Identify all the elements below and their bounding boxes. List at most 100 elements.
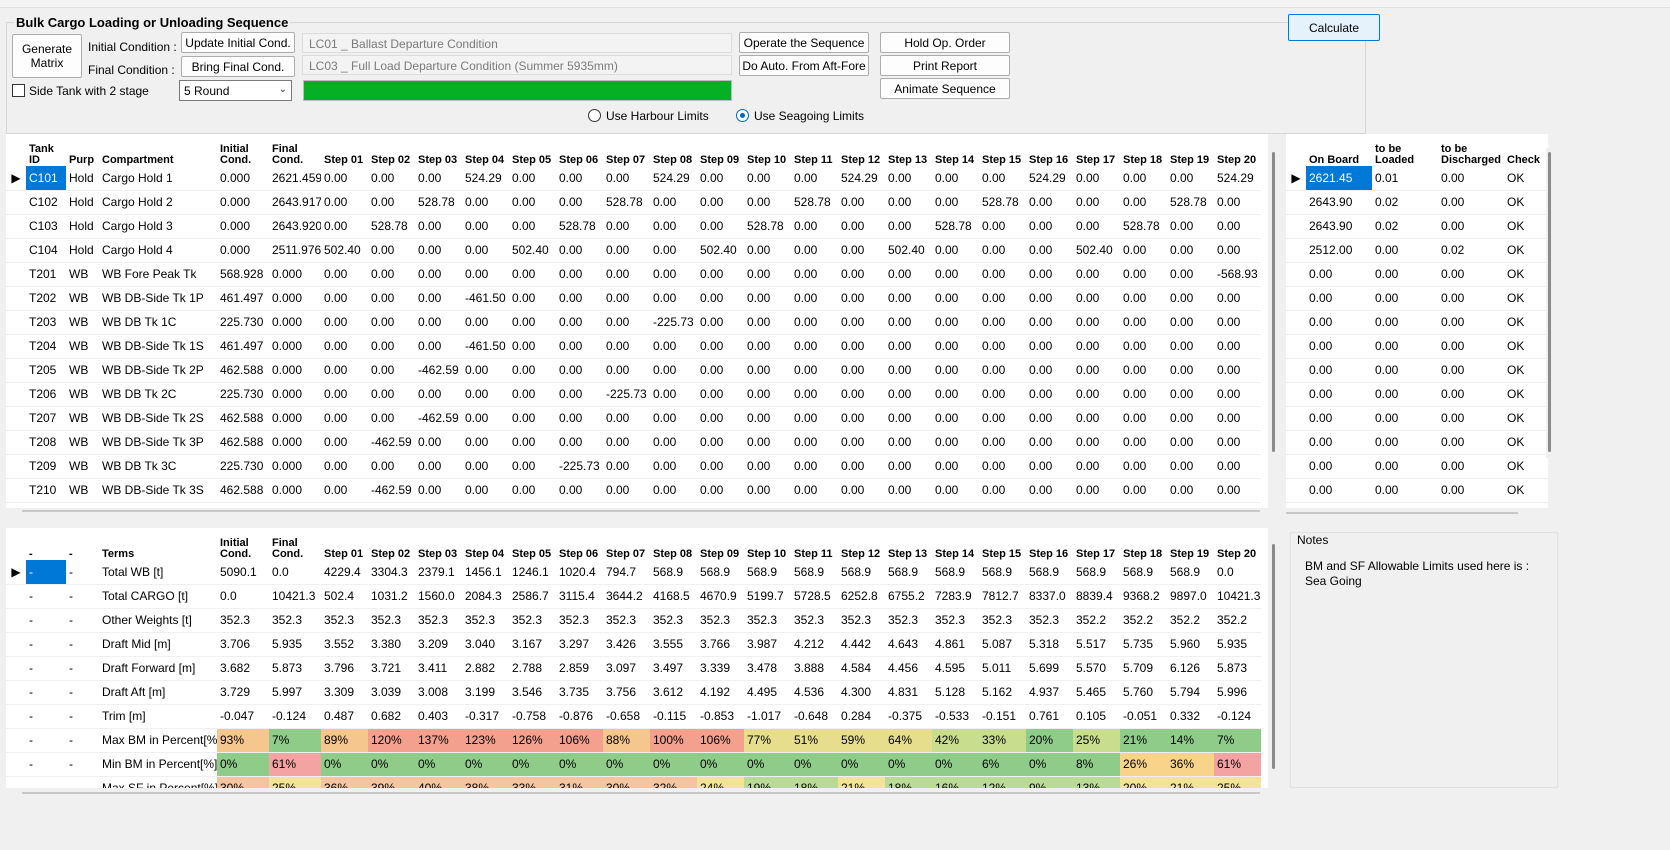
column-header[interactable]: Step 08	[650, 134, 697, 166]
grid-cell[interactable]: 0%	[697, 752, 744, 777]
grid-cell[interactable]: -	[66, 560, 99, 585]
grid-cell[interactable]: WB	[66, 334, 99, 359]
grid-cell[interactable]: 30%	[217, 776, 269, 788]
grid-cell[interactable]: 0.00	[1167, 502, 1214, 508]
grid-cell[interactable]: Draft Mid [m]	[99, 632, 217, 657]
grid-cell[interactable]: 0.00	[1306, 358, 1372, 383]
grid-cell[interactable]: 0.01	[1372, 502, 1438, 508]
grid-cell[interactable]: 0.00	[885, 502, 932, 508]
grid-cell[interactable]: -0.317	[462, 704, 509, 729]
grid-cell[interactable]: 0.00	[603, 310, 650, 335]
grid-cell[interactable]: 14%	[1167, 728, 1214, 753]
grid-cell[interactable]: 0.000	[217, 166, 269, 191]
table-row[interactable]: T209 WB WB DB Tk 3C 225.730 0.000 0.00 0.00 0.0…	[6, 454, 1261, 479]
grid-cell[interactable]: 2586.7	[509, 584, 556, 609]
grid-cell[interactable]: 5.873	[269, 656, 321, 681]
grid-cell[interactable]: -	[26, 608, 66, 633]
grid-cell[interactable]: 5.087	[979, 632, 1026, 657]
grid-cell[interactable]: C101	[26, 166, 66, 191]
grid-cell[interactable]: 38%	[462, 776, 509, 788]
grid-cell[interactable]: 0.00	[603, 454, 650, 479]
column-header[interactable]: Step 16	[1026, 134, 1073, 166]
grid-cell[interactable]: 0.403	[415, 704, 462, 729]
grid-cell[interactable]: T207	[26, 406, 66, 431]
grid-cell[interactable]: 0.00	[556, 358, 603, 383]
grid-cell[interactable]: 0.00	[979, 358, 1026, 383]
grid-cell[interactable]: 0.00	[1026, 310, 1073, 335]
grid-cell[interactable]: 0.00	[979, 406, 1026, 431]
grid-cell[interactable]: 0.000	[269, 382, 321, 407]
grid-cell[interactable]: 0.00	[744, 478, 791, 503]
grid-cell[interactable]: 0%	[556, 752, 603, 777]
grid-cell[interactable]: 0.00	[650, 358, 697, 383]
column-header[interactable]: Step 07	[603, 134, 650, 166]
grid-cell[interactable]: -430.32	[321, 502, 368, 508]
grid-cell[interactable]: 0.00	[932, 310, 979, 335]
grid-cell[interactable]: 5.318	[1026, 632, 1073, 657]
grid-cell[interactable]: 5.794	[1167, 680, 1214, 705]
grid-cell[interactable]: 0.00	[979, 286, 1026, 311]
grid-cell[interactable]: 3.766	[697, 632, 744, 657]
grid-cell[interactable]: 430.315	[217, 502, 269, 508]
column-header[interactable]: Step 09	[697, 528, 744, 560]
grid-cell[interactable]: 0.00	[1167, 382, 1214, 407]
grid-cell[interactable]: 3115.4	[556, 584, 603, 609]
grid-cell[interactable]: 3.040	[462, 632, 509, 657]
grid-cell[interactable]: 4.643	[885, 632, 932, 657]
grid-cell[interactable]: 0.00	[415, 502, 462, 508]
grid-cell[interactable]: 0.00	[1372, 406, 1438, 431]
grid-cell[interactable]: OK	[1504, 286, 1548, 311]
grid-cell[interactable]: 0.00	[509, 286, 556, 311]
column-header[interactable]: Step 12	[838, 134, 885, 166]
grid-cell[interactable]: 0.00	[838, 502, 885, 508]
table-row[interactable]: T208 WB WB DB-Side Tk 3P 462.588 0.000 0.00 -4…	[6, 430, 1261, 455]
grid-cell[interactable]: 0.00	[697, 190, 744, 215]
grid-cell[interactable]: 0.00	[1026, 502, 1073, 508]
grid-cell[interactable]: Cargo Hold 3	[99, 214, 217, 239]
grid-cell[interactable]: T203	[26, 310, 66, 335]
grid-cell[interactable]: 4168.5	[650, 584, 697, 609]
grid-cell[interactable]: 0.00	[932, 286, 979, 311]
grid-cell[interactable]: 0.02	[1372, 190, 1438, 215]
grid-cell[interactable]: 0.00	[885, 406, 932, 431]
column-header[interactable]: Tank ID	[26, 134, 66, 166]
grid-cell[interactable]: 3.411	[415, 656, 462, 681]
grid-cell[interactable]: 0.00	[932, 430, 979, 455]
column-header[interactable]: Step 18	[1120, 528, 1167, 560]
grid-cell[interactable]: 0.00	[1026, 190, 1073, 215]
grid-cell[interactable]: 61%	[1214, 752, 1261, 777]
table-row[interactable]: 2512.00 0.00 0.02 OK	[1286, 238, 1548, 263]
grid-cell[interactable]: 0.00	[885, 430, 932, 455]
grid-cell[interactable]: -	[66, 776, 99, 788]
grid-cell[interactable]: WB DB Tk 1C	[99, 310, 217, 335]
grid-cell[interactable]: Trim [m]	[99, 704, 217, 729]
grid-cell[interactable]: 0.00	[1073, 382, 1120, 407]
grid-cell[interactable]: 0.00	[509, 166, 556, 191]
column-header[interactable]: -	[66, 528, 99, 560]
grid-cell[interactable]: -225.73	[603, 382, 650, 407]
table-row[interactable]: T204 WB WB DB-Side Tk 1S 461.497 0.000 0.00 0.…	[6, 334, 1261, 359]
grid-cell[interactable]: 26%	[1120, 752, 1167, 777]
grid-cell[interactable]: 25%	[1214, 776, 1261, 788]
update-initial-button[interactable]: Update Initial Cond.	[181, 32, 295, 53]
grid-cell[interactable]: OK	[1504, 382, 1548, 407]
column-header[interactable]: Initial Cond.	[217, 134, 269, 166]
grid-cell[interactable]: 12%	[979, 776, 1026, 788]
grid-cell[interactable]: 3.735	[556, 680, 603, 705]
grid-cell[interactable]: 0.00	[1372, 454, 1438, 479]
grid-cell[interactable]: OK	[1504, 262, 1548, 287]
grid-cell[interactable]: 0.00	[1306, 382, 1372, 407]
column-header[interactable]: Step 19	[1167, 528, 1214, 560]
grid-cell[interactable]: 0.000	[269, 310, 321, 335]
grid-cell[interactable]: WB	[66, 502, 99, 508]
grid-cell[interactable]: 123%	[462, 728, 509, 753]
grid-cell[interactable]: 5728.5	[791, 584, 838, 609]
grid-cell[interactable]: 0.00	[697, 214, 744, 239]
grid-cell[interactable]: 225.730	[217, 454, 269, 479]
grid-cell[interactable]: 0.00	[697, 406, 744, 431]
grid-cell[interactable]: 0.000	[217, 190, 269, 215]
grid-cell[interactable]: 0.00	[603, 406, 650, 431]
grid-cell[interactable]: 33%	[509, 776, 556, 788]
grid-cell[interactable]: -0.151	[979, 704, 1026, 729]
grid-cell[interactable]: 0.00	[368, 382, 415, 407]
